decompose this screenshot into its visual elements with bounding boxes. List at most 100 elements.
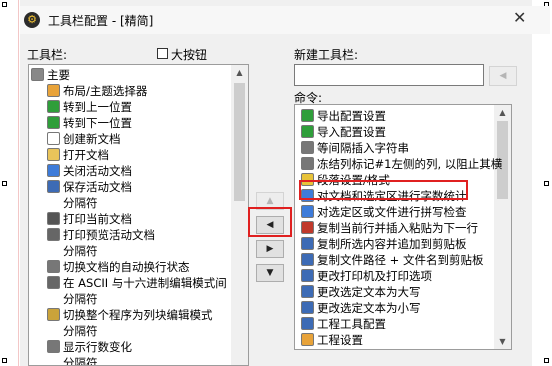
lowercase-icon bbox=[301, 301, 314, 314]
list-item-label: 分隔符 bbox=[63, 324, 98, 338]
folder-icon bbox=[31, 68, 44, 81]
list-item[interactable]: 创建新文档 bbox=[29, 131, 231, 147]
list-item-label: 转到下一位置 bbox=[63, 116, 132, 130]
hex-mode-icon bbox=[47, 276, 60, 289]
save-icon bbox=[47, 180, 60, 193]
list-item-label: 分隔符 bbox=[63, 196, 98, 210]
list-item[interactable]: 保存活动文档 bbox=[29, 179, 231, 195]
list-item-label: 创建新文档 bbox=[63, 132, 121, 146]
list-item[interactable]: 打印预览活动文档 bbox=[29, 227, 231, 243]
separator-item[interactable]: 分隔符 bbox=[29, 243, 231, 259]
scroll-thumb[interactable] bbox=[234, 83, 245, 201]
new-toolbar-add-button[interactable]: ◀ bbox=[489, 66, 517, 86]
list-item-label: 转到上一位置 bbox=[63, 100, 132, 114]
list-item-label: 打印预览活动文档 bbox=[63, 228, 155, 242]
list-item[interactable]: 导出配置设置 bbox=[295, 108, 494, 124]
resize-handle-bottom-left[interactable] bbox=[2, 358, 7, 363]
list-item[interactable]: 复制当前行并插入粘贴为下一行 bbox=[295, 220, 494, 236]
list-item[interactable]: 显示行数变化 bbox=[29, 339, 231, 355]
list-item-label: 显示行数变化 bbox=[63, 340, 132, 354]
dialog-title: 工具栏配置 - [精简] bbox=[48, 14, 154, 28]
close-document-icon bbox=[47, 164, 60, 177]
list-item-label: 冻结列标记#1左侧的列, 以阻止其横 bbox=[317, 157, 503, 171]
move-down-button[interactable]: ▼ bbox=[256, 264, 284, 282]
list-item-label: 在 ASCII 与十六进制编辑模式间 bbox=[63, 276, 227, 290]
open-folder-icon bbox=[47, 148, 60, 161]
list-item-label: 更改选定文本为大写 bbox=[317, 285, 421, 299]
scroll-down-icon[interactable]: ▼ bbox=[494, 334, 511, 349]
left-list-scrollbar[interactable]: ▲ bbox=[231, 65, 248, 365]
list-item[interactable]: 更改选定文本为小写 bbox=[295, 300, 494, 316]
list-item-label: 更改选定文本为小写 bbox=[317, 301, 421, 315]
resize-handle-bottom-right[interactable] bbox=[544, 358, 549, 363]
arrow-right-icon bbox=[47, 116, 60, 129]
list-item-label: 导入配置设置 bbox=[317, 125, 386, 139]
remove-from-toolbar-button[interactable]: ▶ bbox=[256, 240, 284, 258]
commands-list[interactable]: ▲ ▼ 导出配置设置 导入配置设置 等间隔插入字符串 冻结列标记#1左侧的列, 以阻止… bbox=[294, 104, 512, 350]
list-item[interactable]: 转到下一位置 bbox=[29, 115, 231, 131]
list-item[interactable]: 打开文档 bbox=[29, 147, 231, 163]
list-item[interactable]: 工程设置 bbox=[295, 332, 494, 348]
list-item[interactable]: 转到上一位置 bbox=[29, 99, 231, 115]
resize-handle-top-left[interactable] bbox=[2, 2, 7, 7]
scroll-up-icon[interactable]: ▲ bbox=[231, 65, 248, 80]
list-item-label: 关闭活动文档 bbox=[63, 164, 132, 178]
list-item-label: 打印当前文档 bbox=[63, 212, 132, 226]
list-item-label: 复制当前行并插入粘贴为下一行 bbox=[317, 221, 478, 235]
list-item-label: 分隔符 bbox=[63, 292, 98, 306]
list-item[interactable]: 冻结列标记#1左侧的列, 以阻止其横 bbox=[295, 156, 502, 172]
list-item-label: 工程设置 bbox=[317, 333, 363, 347]
print-preview-icon bbox=[47, 228, 60, 241]
separator-item[interactable]: 分隔符 bbox=[29, 195, 231, 211]
print-icon bbox=[47, 212, 60, 225]
uppercase-icon bbox=[301, 285, 314, 298]
list-item[interactable]: 工程工具配置 bbox=[295, 316, 494, 332]
right-list-scrollbar[interactable]: ▲ ▼ bbox=[494, 105, 511, 349]
freeze-columns-icon bbox=[301, 157, 314, 170]
arrow-left-icon bbox=[47, 100, 60, 113]
list-item-label: 复制所选内容并追加到剪贴板 bbox=[317, 237, 467, 251]
big-buttons-label: 大按钮 bbox=[171, 48, 208, 62]
project-files-icon bbox=[301, 349, 314, 350]
list-item[interactable]: 关闭活动文档 bbox=[29, 163, 231, 179]
list-item[interactable]: 在 ASCII 与十六进制编辑模式间 bbox=[29, 275, 231, 291]
project-settings-icon bbox=[301, 333, 314, 346]
document-margin-line bbox=[18, 0, 19, 366]
toolbar-items-list[interactable]: ▲ 主要 布局/主题选择器 转到上一位置 转到下一位置 创建新文档 打开文档 关闭活动文档保… bbox=[28, 64, 249, 366]
list-item-label: 切换整个程序为列块编辑模式 bbox=[63, 308, 213, 322]
list-item[interactable]: 导入配置设置 bbox=[295, 124, 494, 140]
list-item-label: 导出配置设置 bbox=[317, 109, 386, 123]
new-toolbar-label: 新建工具栏: bbox=[294, 48, 359, 62]
project-tools-icon bbox=[301, 317, 314, 330]
list-item[interactable]: 对选定区或文件进行拼写检查 bbox=[295, 204, 494, 220]
list-item[interactable]: 复制文件路径 + 文件名到剪贴板 bbox=[295, 252, 494, 268]
spell-check-icon bbox=[301, 205, 314, 218]
list-item[interactable]: 切换整个程序为列块编辑模式 bbox=[29, 307, 231, 323]
separator-item[interactable]: 分隔符 bbox=[29, 291, 231, 307]
new-toolbar-input[interactable] bbox=[294, 64, 484, 86]
settings-icon: ⚙ bbox=[24, 12, 40, 28]
separator-item[interactable]: 分隔符 bbox=[29, 323, 231, 339]
highlight-box bbox=[248, 207, 292, 237]
append-clipboard-icon bbox=[301, 237, 314, 250]
list-item-label: 切换文档的自动换行状态 bbox=[63, 260, 190, 274]
list-item[interactable]: 打印当前文档 bbox=[29, 211, 231, 227]
list-item[interactable]: 更改打印机及打印选项 bbox=[295, 268, 494, 284]
resize-handle-middle-left[interactable] bbox=[2, 181, 7, 186]
list-item[interactable]: 工程文件/设置 bbox=[295, 348, 494, 350]
list-item[interactable]: 更改选定文本为大写 bbox=[295, 284, 494, 300]
list-item-label: 复制文件路径 + 文件名到剪贴板 bbox=[317, 253, 484, 267]
list-item[interactable]: 主要 bbox=[29, 67, 231, 83]
scroll-up-icon[interactable]: ▲ bbox=[494, 105, 511, 120]
list-item[interactable]: 布局/主题选择器 bbox=[29, 83, 231, 99]
list-item[interactable]: 等间隔插入字符串 bbox=[295, 140, 494, 156]
resize-handle-middle-right[interactable] bbox=[544, 181, 549, 186]
list-item[interactable]: 复制所选内容并追加到剪贴板 bbox=[295, 236, 494, 252]
big-buttons-checkbox[interactable] bbox=[157, 48, 168, 59]
close-icon[interactable]: ✕ bbox=[513, 8, 526, 27]
separator-item[interactable]: 分隔符 bbox=[29, 355, 231, 365]
copy-path-icon bbox=[301, 253, 314, 266]
list-item[interactable]: 切换文档的自动换行状态 bbox=[29, 259, 231, 275]
layout-theme-icon bbox=[47, 84, 60, 97]
export-icon bbox=[301, 109, 314, 122]
